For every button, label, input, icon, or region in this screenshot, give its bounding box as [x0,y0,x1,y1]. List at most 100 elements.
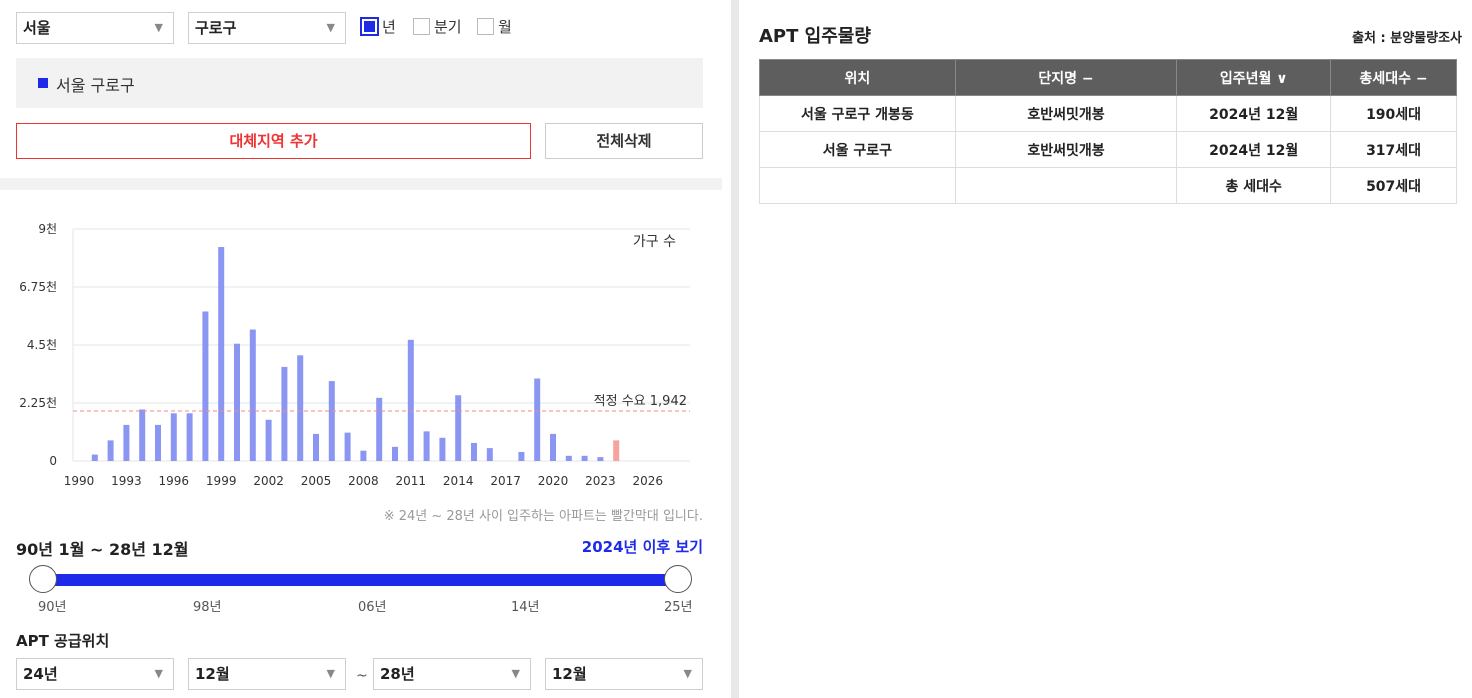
bar[interactable] [170,413,177,461]
bar[interactable] [297,355,304,461]
bar[interactable] [565,455,572,461]
bar[interactable] [91,454,98,461]
chevron-down-icon: ▼ [326,667,335,680]
bar[interactable] [455,395,462,461]
from-year-select[interactable]: 24년 ▼ [16,658,174,690]
slider-tick: 90년 [38,600,67,615]
bar-future[interactable] [613,440,620,461]
column-header-move-in[interactable]: 입주년월 ∨ [1176,59,1332,96]
bar[interactable] [360,450,367,461]
x-tick-label: 2020 [538,474,569,488]
app-root: 서울 ▼ 구로구 ▼ 년 분기 월 서울 구로구 대체지역 추가 전체삭제 0 2… [0,0,1472,698]
chart-note: ※ 24년 ~ 28년 사이 입주하는 아파트는 빨간막대 입니다. [383,509,703,524]
cell-location: 서울 구로구 개봉동 [759,95,956,132]
checkbox-year[interactable]: 년 [360,17,396,37]
bar[interactable] [155,424,161,461]
bar[interactable] [550,433,556,461]
from-year-value: 24년 [23,665,58,683]
legend-square-icon [38,78,48,88]
apt-supply-title: APT 입주물량 [759,26,871,47]
bar[interactable] [265,419,272,461]
bar[interactable] [123,424,130,461]
bar[interactable] [218,247,225,461]
bar[interactable] [186,413,193,461]
apt-supply-table: 위치 단지명 − 입주년월 ∨ 총세대수 − 서울 구로구 개봉동 호반써밋개봉… [759,59,1457,204]
range-slider-end-handle[interactable] [664,565,692,593]
delete-all-button[interactable]: 전체삭제 [545,123,703,159]
from-month-select[interactable]: 12월 ▼ [188,658,346,690]
chevron-down-icon: ▼ [511,667,520,680]
bar[interactable] [439,437,446,461]
checkbox-month[interactable]: 월 [477,17,512,37]
selected-region-box: 서울 구로구 [16,58,703,108]
range-separator: ~ [356,668,368,684]
bar[interactable] [344,432,351,461]
district-select[interactable]: 구로구 ▼ [188,12,346,44]
cell-location: 서울 구로구 [759,131,956,168]
bar[interactable] [471,442,477,461]
cell-total-households: 507세대 [1330,167,1457,204]
to-month-value: 12월 [552,665,587,683]
supply-location-title: APT 공급위치 [16,632,110,650]
bar[interactable] [534,378,541,461]
chevron-down-icon: ▼ [683,667,692,680]
from-month-value: 12월 [195,665,230,683]
bar[interactable] [107,440,114,461]
cell-location [759,167,956,204]
bar[interactable] [139,409,146,461]
range-slider-start-handle[interactable] [29,565,57,593]
y-axis-labels: 0 2.25천 4.5천 6.75천 9천 [19,221,57,468]
checkbox-unchecked-icon [477,18,494,35]
supply-bar-chart: 0 2.25천 4.5천 6.75천 9천 1990 1993 1996 1999 2002 20… [19,221,690,488]
panel-divider[interactable] [731,0,739,698]
city-select[interactable]: 서울 ▼ [16,12,174,44]
x-tick-label: 2014 [443,474,474,488]
bar[interactable] [486,448,493,461]
bar[interactable] [423,431,430,461]
demand-reference-label: 적정 수요 1,942 [594,394,687,409]
column-header-complex[interactable]: 단지명 − [954,59,1178,96]
table-row: 서울 구로구 개봉동 호반써밋개봉 2024년 12월 190세대 [759,95,1457,132]
bar[interactable] [328,381,335,461]
chevron-down-icon: ▼ [154,21,163,34]
to-year-value: 28년 [380,665,415,683]
x-tick-label: 1990 [64,474,95,488]
range-slider-track[interactable] [42,574,678,586]
left-panel: 서울 ▼ 구로구 ▼ 년 분기 월 서울 구로구 대체지역 추가 전체삭제 0 2… [0,0,722,698]
cell-complex [954,167,1178,204]
right-panel: APT 입주물량 출처 : 분양물량조사 위치 단지명 − 입주년월 ∨ 총세대… [739,0,1472,698]
bar[interactable] [234,343,240,461]
column-header-households[interactable]: 총세대수 − [1330,59,1457,96]
y-tick-label: 0 [49,454,57,468]
y-tick-label: 4.5천 [27,337,57,352]
x-tick-label: 2011 [396,474,427,488]
bar[interactable] [376,397,383,461]
bar[interactable] [392,446,398,461]
bar[interactable] [202,311,209,461]
bar[interactable] [581,455,588,461]
chevron-down-icon: ▼ [154,667,163,680]
column-header-location[interactable]: 위치 [759,59,956,96]
checkbox-unchecked-icon [413,18,430,35]
x-tick-label: 1999 [206,474,237,488]
add-region-button[interactable]: 대체지역 추가 [16,123,531,159]
bar[interactable] [407,339,414,461]
to-year-select[interactable]: 28년 ▼ [373,658,531,690]
cell-total-label: 총 세대수 [1176,167,1332,204]
view-after-2024-link[interactable]: 2024년 이후 보기 [582,536,703,557]
bar[interactable] [249,329,256,461]
bar[interactable] [518,451,525,461]
table-header-row: 위치 단지명 − 입주년월 ∨ 총세대수 − [759,59,1457,96]
bar[interactable] [281,366,288,461]
y-tick-label: 6.75천 [19,279,57,294]
checkbox-quarter[interactable]: 분기 [413,17,462,37]
cell-complex: 호반써밋개봉 [954,131,1178,168]
to-month-select[interactable]: 12월 ▼ [545,658,703,690]
table-total-row: 총 세대수 507세대 [759,167,1457,204]
bar[interactable] [597,457,604,461]
checkbox-quarter-label: 분기 [434,18,462,36]
cell-move-in: 2024년 12월 [1176,131,1332,168]
slider-tick: 06년 [358,600,387,615]
x-axis-labels: 1990 1993 1996 1999 2002 2005 2008 2011 2014 2017… [64,474,663,488]
bar[interactable] [313,433,319,461]
